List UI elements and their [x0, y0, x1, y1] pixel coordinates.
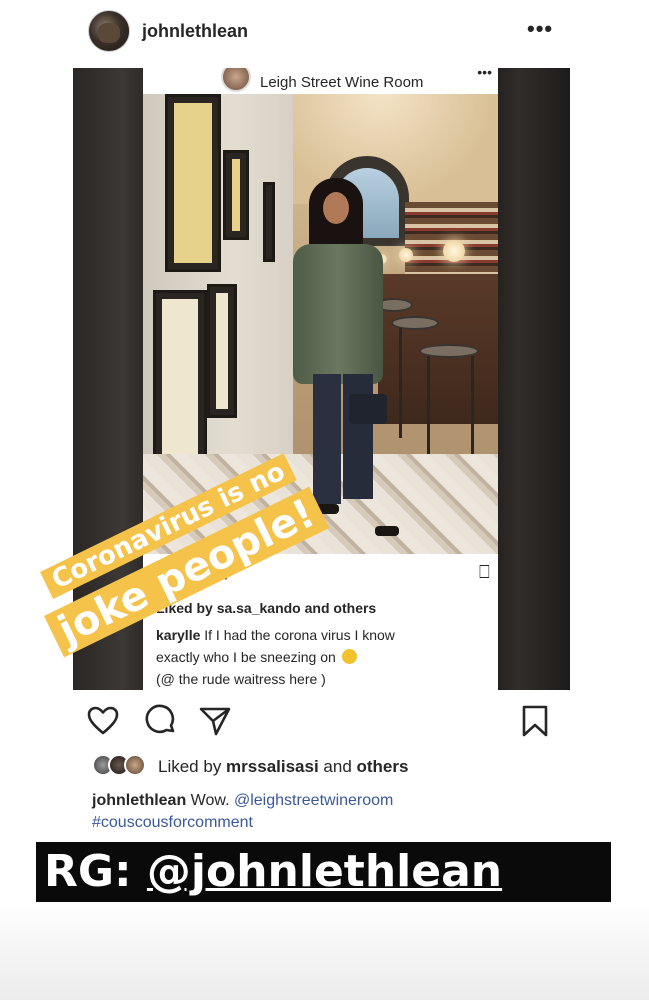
inner-post-header: Leigh Street Wine Room •••	[143, 68, 498, 94]
inner-bookmark-icon: ⎕	[479, 562, 490, 582]
post-photo: Leigh Street Wine Room ••• ♡ ○ ▽ ⎕ Liked…	[73, 68, 570, 690]
comment-icon[interactable]	[144, 704, 178, 738]
credit-prefix: RG:	[44, 846, 147, 897]
post-action-row	[86, 704, 566, 740]
inner-likes-suffix: and	[300, 600, 334, 616]
inner-comment: karylle If I had the corona virus I know…	[156, 624, 476, 690]
inner-comment-line1: If I had the corona virus I know	[200, 627, 395, 643]
liker-avatar	[124, 754, 146, 776]
inner-comment-icon: ○	[187, 562, 198, 582]
wall-art	[165, 94, 221, 272]
wall-art	[153, 290, 207, 466]
inner-comment-line3: (@ the rude waitress here )	[156, 671, 326, 687]
share-icon[interactable]	[198, 704, 232, 738]
caption-text: Wow.	[186, 792, 234, 809]
inner-avatar	[221, 68, 251, 92]
restaurant-photo	[143, 94, 498, 554]
background-right	[498, 68, 570, 690]
caption-hashtag-link[interactable]: #couscousforcomment	[92, 814, 253, 831]
post-header: johnlethlean •••	[0, 0, 649, 64]
story-page: johnlethlean ••• Leigh Street Wine Room …	[0, 0, 649, 1000]
inner-more-icon: •••	[477, 68, 492, 80]
caption-user[interactable]: johnlethlean	[92, 792, 186, 809]
background-left	[73, 68, 143, 690]
post-caption: johnlethlean Wow. @leighstreetwineroom #…	[92, 790, 562, 834]
wall-art	[263, 182, 275, 262]
inner-comment-user: karylle	[156, 627, 201, 643]
inner-location: Leigh Street Wine Room	[260, 74, 424, 91]
wall-art	[207, 284, 237, 418]
credit-banner: RG: @johnlethlean	[36, 842, 611, 902]
credit-handle: @johnlethlean	[146, 846, 503, 897]
inner-likes-others: others	[333, 600, 377, 616]
bookmark-icon[interactable]	[518, 704, 552, 738]
username[interactable]: johnlethlean	[142, 21, 248, 42]
likes-text[interactable]: Liked by mrssalisasi and others	[158, 757, 408, 777]
likes-user[interactable]: mrssalisasi	[226, 757, 319, 776]
inner-comment-line2: exactly who I be sneezing on	[156, 649, 340, 665]
likes-suffix: and	[318, 757, 357, 776]
inner-action-row: ♡ ○ ▽ ⎕	[143, 560, 498, 590]
inner-likes-user: sa.sa_kando	[216, 600, 301, 616]
likes-others[interactable]: others	[357, 757, 409, 776]
likes-prefix: Liked by	[158, 757, 227, 776]
inner-share-icon: ▽	[219, 562, 233, 582]
more-options-icon[interactable]: •••	[527, 16, 553, 42]
wall-art	[223, 150, 249, 240]
handbag	[349, 394, 387, 424]
inner-heart-icon: ♡	[157, 562, 174, 582]
avatar[interactable]	[88, 10, 130, 52]
smiley-emoji-icon	[341, 649, 357, 664]
caption-mention-link[interactable]: @leighstreetwineroom	[234, 792, 393, 809]
inner-likes-prefix: Liked by	[156, 600, 217, 616]
inner-likes: Liked by sa.sa_kando and others	[156, 600, 376, 616]
heart-icon[interactable]	[86, 704, 120, 738]
